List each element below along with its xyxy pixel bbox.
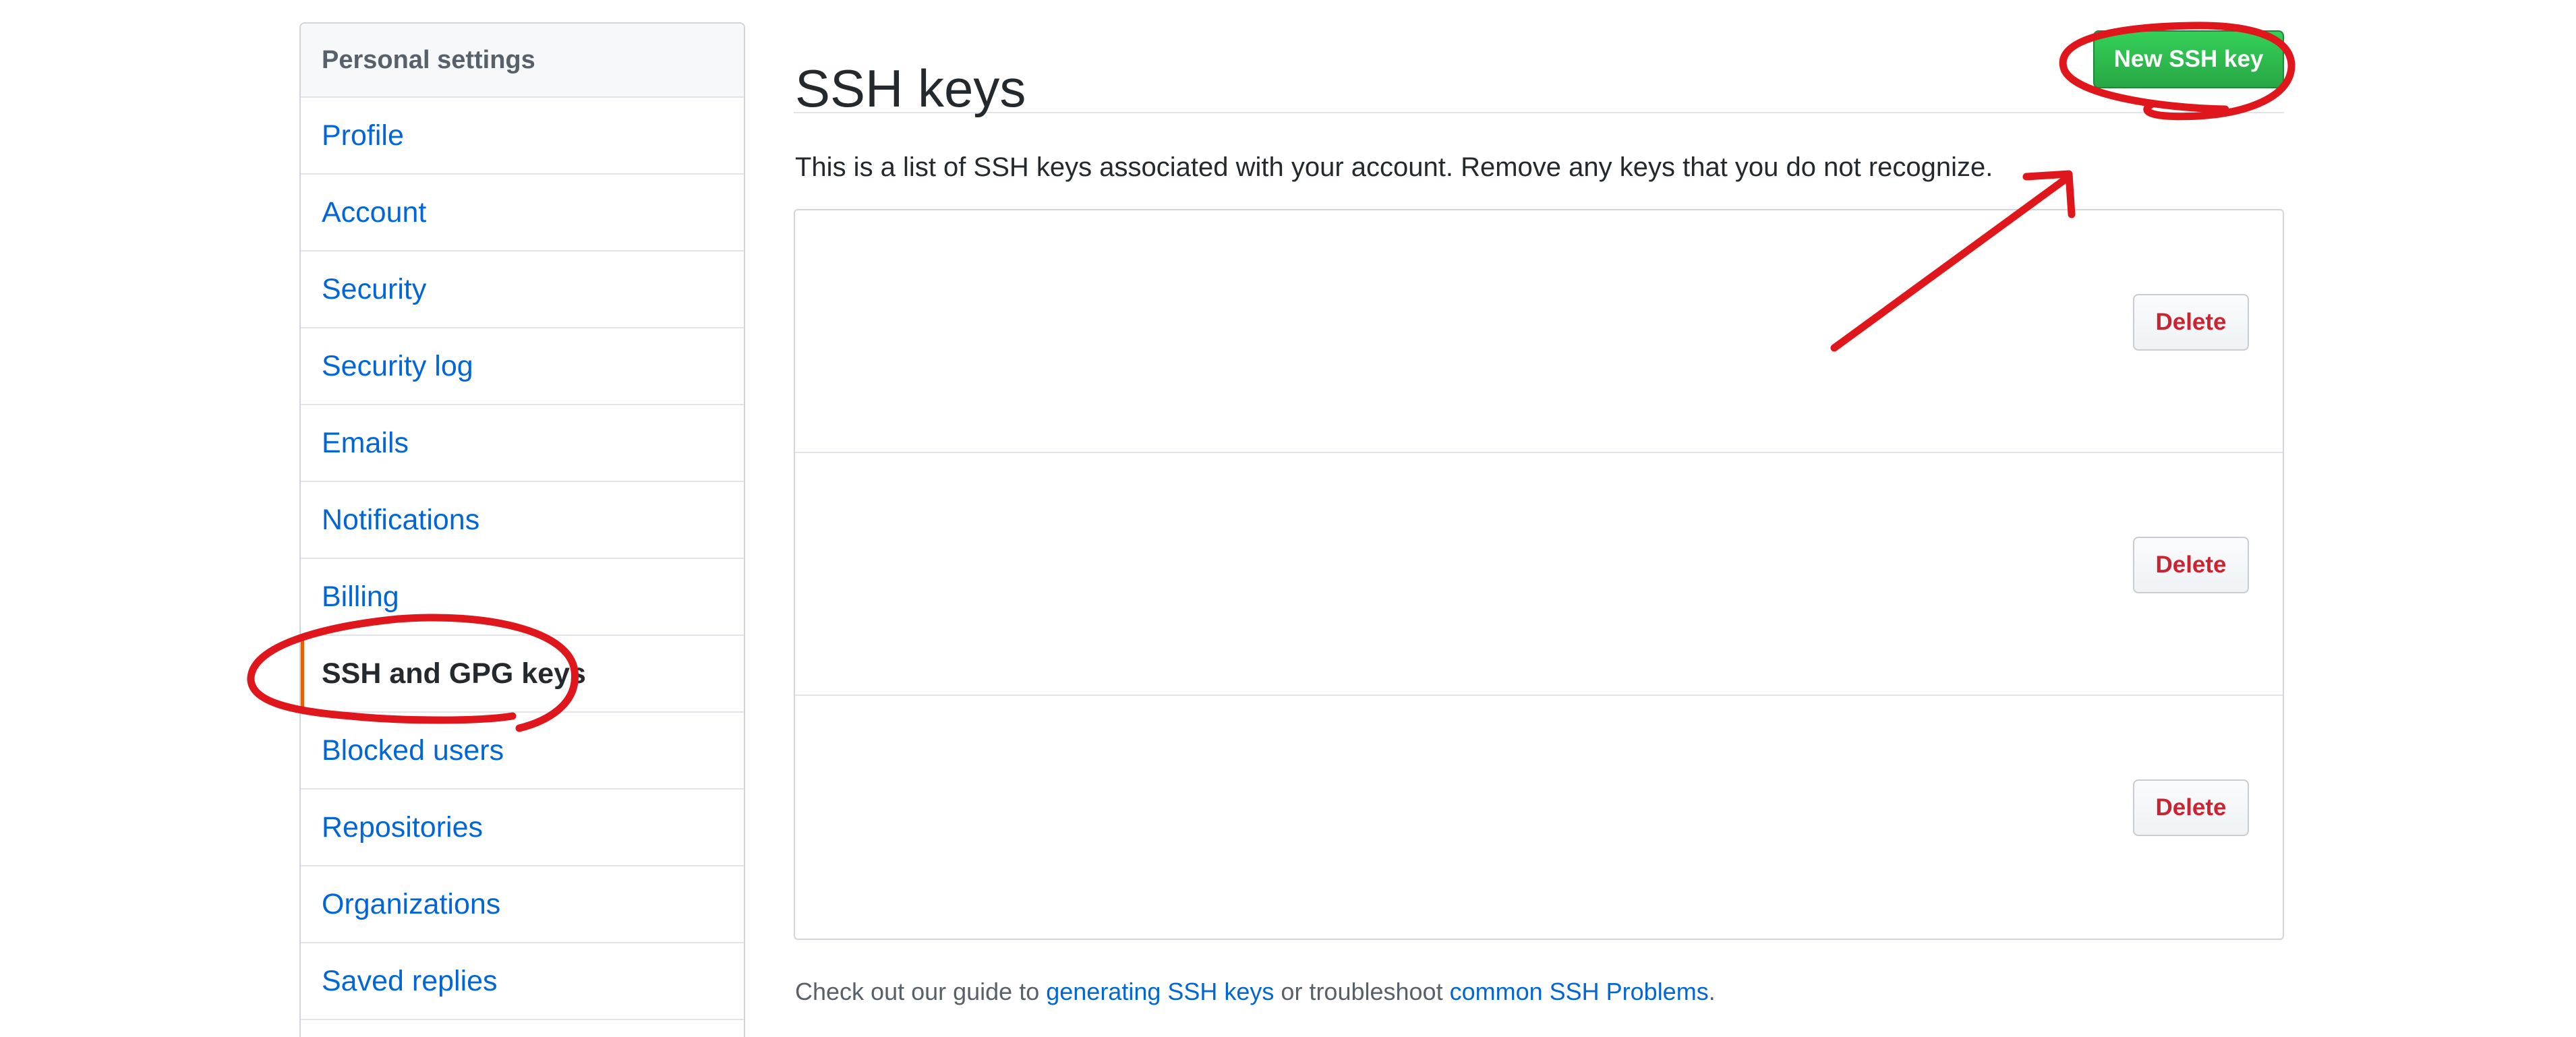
ssh-keys-list: Delete Delete Delete [794, 209, 2284, 940]
sidebar-item-saved-replies[interactable]: Saved replies [301, 943, 744, 1020]
delete-key-button[interactable]: Delete [2133, 537, 2249, 593]
list-item: Delete [795, 210, 2283, 453]
sidebar-item-blocked-users[interactable]: Blocked users [301, 713, 744, 790]
common-ssh-problems-link[interactable]: common SSH Problems [1450, 978, 1709, 1005]
sidebar-item-emails[interactable]: Emails [301, 405, 744, 482]
footer-suffix: . [1708, 978, 1716, 1005]
page-title: SSH keys [795, 59, 1026, 119]
list-item: Delete [795, 453, 2283, 696]
sidebar-item-organizations[interactable]: Organizations [301, 866, 744, 943]
settings-sidebar: Personal settings Profile Account Securi… [299, 22, 745, 1037]
page-description: This is a list of SSH keys associated wi… [795, 152, 1993, 182]
sidebar-item-notifications[interactable]: Notifications [301, 482, 744, 559]
title-row: SSH keys New SSH key [794, 0, 2284, 119]
sidebar-item-security-log[interactable]: Security log [301, 328, 744, 405]
sidebar-item-security[interactable]: Security [301, 251, 744, 328]
settings-page: Personal settings Profile Account Securi… [0, 0, 2576, 1037]
footer-middle: or troubleshoot [1274, 978, 1450, 1005]
sidebar-item-repositories[interactable]: Repositories [301, 790, 744, 866]
footer-prefix: Check out our guide to [795, 978, 1047, 1005]
sidebar-header: Personal settings [301, 24, 744, 98]
sidebar-item-profile[interactable]: Profile [301, 98, 744, 175]
annotation-arrowhead [2022, 170, 2076, 218]
sidebar-item-account[interactable]: Account [301, 175, 744, 251]
generating-ssh-keys-link[interactable]: generating SSH keys [1046, 978, 1274, 1005]
list-item: Delete [795, 696, 2283, 939]
delete-key-button[interactable]: Delete [2133, 294, 2249, 351]
sidebar-item-billing[interactable]: Billing [301, 559, 744, 636]
sidebar-item-ssh-gpg-keys[interactable]: SSH and GPG keys [301, 636, 744, 713]
footer-note: Check out our guide to generating SSH ke… [795, 978, 1716, 1006]
new-ssh-key-button[interactable]: New SSH key [2093, 30, 2284, 88]
delete-key-button[interactable]: Delete [2133, 779, 2249, 836]
